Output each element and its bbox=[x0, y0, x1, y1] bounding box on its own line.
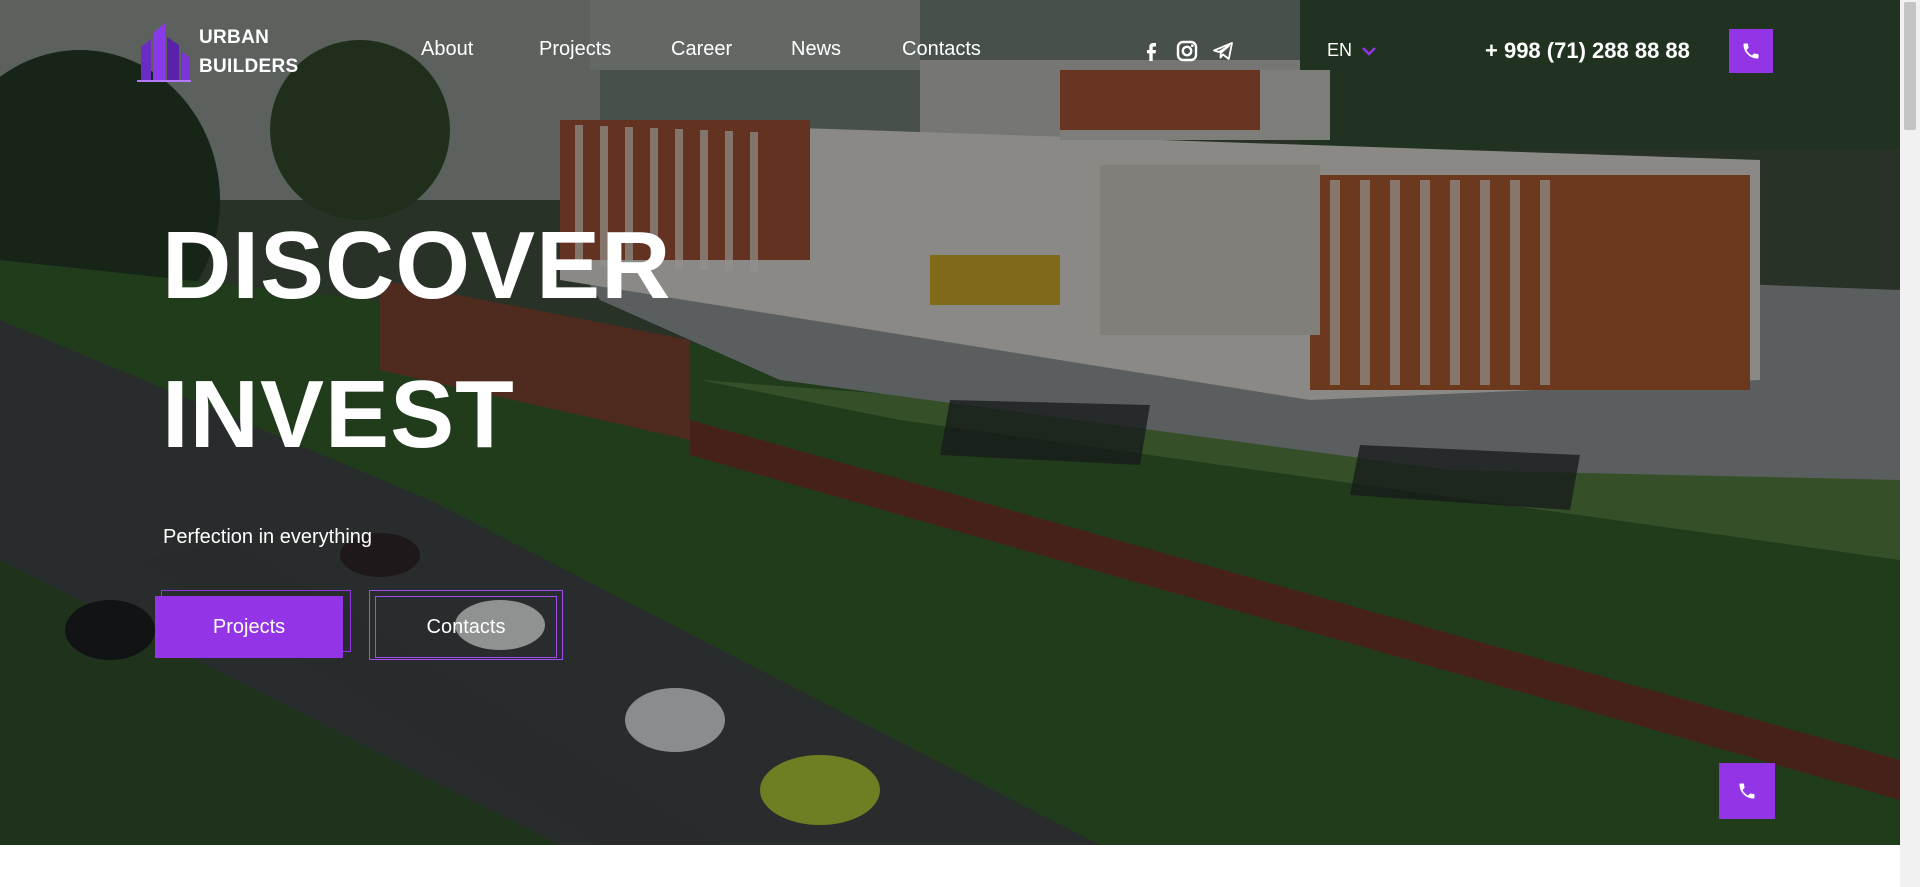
nav-news[interactable]: News bbox=[791, 38, 841, 61]
chevron-down-icon bbox=[1362, 46, 1376, 56]
language-current: EN bbox=[1327, 40, 1353, 60]
page-scrollbar[interactable] bbox=[1900, 0, 1920, 887]
brand-name: URBAN BUILDERS bbox=[199, 23, 299, 81]
header-phone-number[interactable]: + 998 (71) 288 88 88 bbox=[1485, 38, 1690, 64]
brand-name-line2: BUILDERS bbox=[199, 56, 299, 77]
brand-name-line1: URBAN bbox=[199, 27, 270, 48]
building-logo-icon bbox=[137, 23, 191, 82]
hero-subtitle: Perfection in everything bbox=[163, 526, 373, 548]
social-links bbox=[1140, 40, 1234, 62]
hero-title-line1: DISCOVER bbox=[162, 212, 672, 319]
projects-button[interactable]: Projects bbox=[155, 596, 343, 658]
facebook-icon[interactable] bbox=[1140, 40, 1162, 62]
nav-projects[interactable]: Projects bbox=[539, 38, 611, 61]
language-selector[interactable]: EN bbox=[1327, 40, 1376, 61]
hero-title-line2: INVEST bbox=[162, 361, 515, 468]
nav-contacts[interactable]: Contacts bbox=[902, 38, 981, 61]
header-call-button[interactable] bbox=[1729, 29, 1773, 73]
nav-career[interactable]: Career bbox=[671, 38, 732, 61]
contacts-button[interactable]: Contacts bbox=[375, 596, 557, 658]
nav-about[interactable]: About bbox=[421, 38, 473, 61]
phone-icon bbox=[1743, 43, 1759, 59]
phone-icon bbox=[1739, 783, 1755, 799]
scrollbar-thumb[interactable] bbox=[1904, 2, 1916, 130]
floating-call-button[interactable] bbox=[1719, 763, 1775, 819]
instagram-icon[interactable] bbox=[1176, 40, 1198, 62]
brand-logo[interactable]: URBAN BUILDERS bbox=[135, 20, 335, 84]
telegram-icon[interactable] bbox=[1212, 40, 1234, 62]
